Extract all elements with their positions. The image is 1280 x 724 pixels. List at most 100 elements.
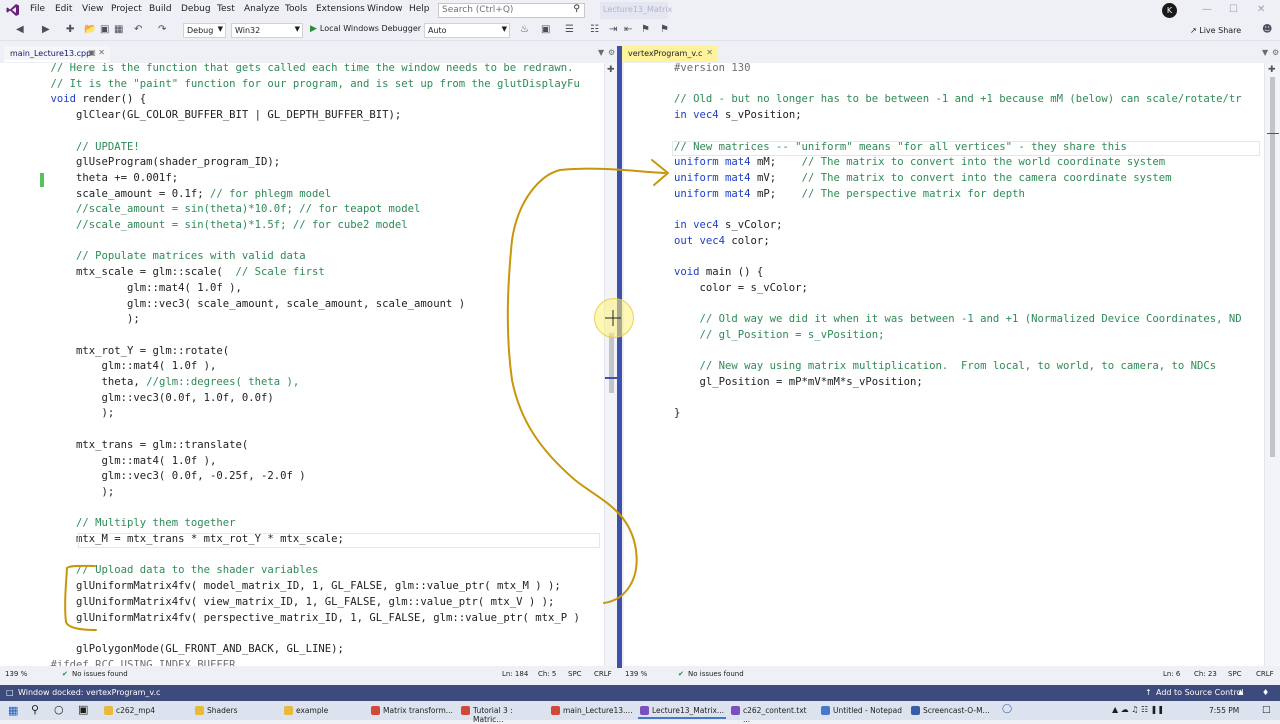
code-line[interactable]: // gl_Position = s_vPosition; [674,328,885,344]
live-share-button[interactable]: ↗ Live Share [1190,26,1241,35]
outdent-icon[interactable]: ⇤ [624,24,632,35]
save-icon[interactable]: ▣ [100,24,109,35]
code-line[interactable]: color = s_vColor; [674,281,808,297]
code-line[interactable]: theta, //glm::degrees( theta ), [25,375,300,391]
code-line[interactable]: //scale_amount = sin(theta)*10.0f; // fo… [25,202,420,218]
menu-item-test[interactable]: Test [217,4,235,14]
taskbar-item[interactable]: example [282,703,366,719]
format-icon[interactable]: ☰ [565,24,574,35]
menu-item-edit[interactable]: Edit [55,4,72,14]
comment-icon[interactable]: ☷ [590,24,599,35]
taskbar-item[interactable]: Matrix transform... [369,703,457,719]
maximize-icon[interactable]: ☐ [1229,4,1238,15]
avatar[interactable]: K [1162,3,1177,18]
code-line[interactable]: // Populate matrices with valid data [25,249,306,265]
code-line[interactable]: glm::vec3(0.0f, 1.0f, 0.0f) [25,391,274,407]
search-input[interactable]: Search (Ctrl+Q) ⚲ [438,3,585,18]
code-line[interactable]: in vec4 s_vColor; [674,218,782,234]
code-line[interactable]: scale_amount = 0.1f; // for phlegm model [25,187,331,203]
tab-dropdown-icon[interactable]: ▼ [1262,48,1268,57]
code-line[interactable]: ); [25,406,115,422]
close-tab-icon[interactable]: ✕ [706,48,713,57]
back-icon[interactable]: ◀ [16,24,24,35]
flame-icon[interactable]: ♨ [520,24,529,35]
taskbar-item[interactable]: Lecture13_Matrix... [638,703,726,719]
code-line[interactable]: glm::mat4( 1.0f ), [25,359,217,375]
code-line[interactable]: uniform mat4 mV; // The matrix to conver… [674,171,1172,187]
code-line[interactable]: } [674,406,680,422]
close-tab-icon[interactable]: ▣ ✕ [88,48,105,57]
menu-item-file[interactable]: File [30,4,45,14]
code-line[interactable]: #ifdef RCC_USING_INDEX_BUFFER [25,658,236,666]
save-all-icon[interactable]: ▦ [114,24,123,35]
code-line[interactable]: // Upload data to the shader variables [25,563,318,579]
split-icon[interactable]: ✚ [607,65,615,75]
tray-icons[interactable]: ▲ ☁ ♫ ☷ ❚❚ [1112,705,1164,714]
task-view-icon[interactable]: ○ [54,703,64,716]
code-line[interactable]: // Old - but no longer has to be between… [674,92,1242,108]
platform-dropdown[interactable]: Win32 ▼ [231,23,303,38]
code-line[interactable]: glUseProgram(shader_program_ID); [25,155,280,171]
code-line[interactable]: ); [25,312,140,328]
notification-center-icon[interactable]: □ [1262,705,1271,715]
code-line[interactable]: glUniformMatrix4fv( model_matrix_ID, 1, … [25,579,561,595]
code-line[interactable]: // It is the "paint" function for our pr… [25,77,580,93]
new-item-icon[interactable]: ✚ [66,24,74,35]
code-line[interactable]: #version 130 [674,63,751,77]
prev-bookmark-icon[interactable]: ⚑ [660,24,669,35]
left-scrollbar[interactable]: ✚ [604,63,617,666]
notifications-icon[interactable]: ♦ [1262,688,1269,697]
code-line[interactable]: glm::mat4( 1.0f ), [25,281,242,297]
redo-icon[interactable]: ↷ [158,24,166,35]
right-scroll-thumb[interactable] [1270,77,1275,457]
menu-item-project[interactable]: Project [111,4,142,14]
issues-status[interactable]: No issues found [688,670,744,678]
right-scrollbar[interactable]: ✚ [1264,63,1280,666]
config-dropdown[interactable]: Debug ▼ [183,23,226,38]
open-icon[interactable]: 📂 [84,24,96,35]
code-line[interactable]: mtx_scale = glm::scale( // Scale first [25,265,325,281]
line-ending[interactable]: CRLF [1256,670,1274,678]
indent-icon[interactable]: ⇥ [609,24,617,35]
code-line[interactable]: out vec4 color; [674,234,770,250]
taskbar-item[interactable]: Shaders [193,703,279,719]
taskbar-item[interactable]: Untitled - Notepad [819,703,907,719]
code-line[interactable]: // UPDATE! [25,140,140,156]
code-line[interactable]: //scale_amount = sin(theta)*1.5f; // for… [25,218,408,234]
whitespace-mode[interactable]: SPC [568,670,582,678]
code-line[interactable]: glClear(GL_COLOR_BUFFER_BIT | GL_DEPTH_B… [25,108,401,124]
taskbar-item[interactable]: Tutorial 3 : Matric... [459,703,547,724]
taskbar-item[interactable]: c262_content.txt ... [729,703,817,724]
code-line[interactable]: glm::mat4( 1.0f ), [25,454,217,470]
widgets-icon[interactable]: ▣ [78,703,88,716]
undo-icon[interactable]: ↶ [134,24,142,35]
line-ending[interactable]: CRLF [594,670,612,678]
search-icon[interactable]: ⚲ [31,703,39,716]
minimize-icon[interactable]: — [1202,4,1212,15]
settings-icon[interactable]: ⚙ [1272,48,1279,57]
forward-icon[interactable]: ▶ [42,24,50,35]
left-code-editor[interactable]: // Here is the function that gets called… [0,63,604,666]
code-line[interactable]: uniform mat4 mP; // The perspective matr… [674,187,1025,203]
code-line[interactable]: mtx_trans = glm::translate( [25,438,248,454]
code-line[interactable]: glUniformMatrix4fv( view_matrix_ID, 1, G… [25,595,554,611]
code-line[interactable]: uniform mat4 mM; // The matrix to conver… [674,155,1165,171]
zoom-level[interactable]: 139 % [625,670,647,678]
bookmark-icon[interactable]: ⚑ [641,24,650,35]
code-line[interactable]: glm::vec3( scale_amount, scale_amount, s… [25,297,465,313]
taskbar-item[interactable]: c262_mp4 [102,703,188,719]
code-line[interactable]: // New way using matrix multiplication. … [674,359,1217,375]
menu-item-window[interactable]: Window [367,4,403,14]
issues-status[interactable]: No issues found [72,670,128,678]
windows-start-icon[interactable]: ▦ [8,704,18,717]
person-icon[interactable]: ☻ [1262,24,1272,35]
code-line[interactable]: gl_Position = mP*mV*mM*s_vPosition; [674,375,923,391]
menu-item-tools[interactable]: Tools [285,4,307,14]
menu-item-help[interactable]: Help [409,4,430,14]
code-line[interactable]: // Here is the function that gets called… [25,63,574,77]
zoom-level[interactable]: 139 % [5,670,27,678]
tab-vertex-program[interactable]: vertexProgram_v.c ✕ [622,46,718,62]
code-line[interactable]: // Multiply them together [25,516,235,532]
code-line[interactable]: void main () { [674,265,763,281]
split-icon[interactable]: ✚ [1268,65,1276,75]
